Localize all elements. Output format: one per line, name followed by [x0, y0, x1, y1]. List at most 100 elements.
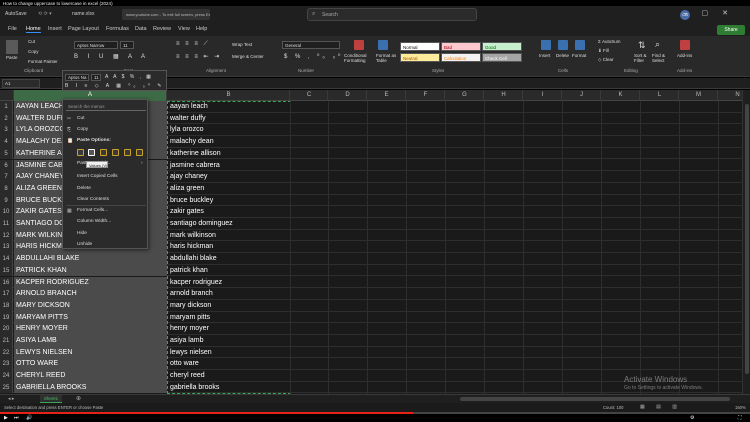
cell-b[interactable]: bruce buckley — [168, 195, 290, 207]
conditional-formatting-button[interactable]: Conditional Formatting — [344, 53, 374, 63]
cell-b[interactable]: santiago dominguez — [168, 218, 290, 230]
style-bad[interactable]: Bad — [441, 42, 481, 51]
row-header[interactable]: 16 — [0, 276, 13, 289]
fill-button[interactable]: ⬇ Fill — [598, 48, 609, 54]
cell-a[interactable]: ARNOLD BRANCH — [14, 288, 167, 300]
ctx-insert-copied-cells[interactable]: Insert Copied Cells — [77, 174, 118, 179]
context-menu-search[interactable]: Search the menus — [66, 103, 146, 111]
number-buttons[interactable]: $ % ‚ ⁰₀ ₀⁰ — [284, 53, 343, 60]
row-header[interactable]: 19 — [0, 311, 13, 324]
autosum-button[interactable]: Σ AutoSum — [598, 39, 621, 44]
tab-review[interactable]: Review — [153, 26, 171, 32]
cell-b[interactable]: henry moyer — [168, 323, 290, 335]
paste-icon[interactable] — [77, 149, 84, 156]
cell-b[interactable]: zakir gates — [168, 206, 290, 218]
view-mode-icons[interactable]: ▦ ▤ ▥ — [640, 404, 682, 410]
cell-b[interactable]: maryam pitts — [168, 312, 290, 324]
video-progress-bar[interactable] — [0, 412, 750, 414]
format-as-table-button[interactable]: Format as Table — [376, 53, 398, 63]
find-select-button[interactable]: Find & Select — [652, 53, 668, 63]
sheet-tab-sheet1[interactable]: Sheet1 — [40, 395, 62, 403]
cell-b[interactable]: lewys nielsen — [168, 347, 290, 359]
cell-b[interactable]: patrick khan — [168, 265, 290, 277]
window-controls[interactable]: –▢✕ — [684, 9, 742, 17]
tab-insert[interactable]: Insert — [48, 26, 62, 32]
font-family-select[interactable]: Aptos Narrow — [74, 41, 118, 49]
row-header[interactable]: 23 — [0, 358, 13, 371]
row-header[interactable]: 8 — [0, 182, 13, 195]
cell-b[interactable]: mark wilkinson — [168, 230, 290, 242]
ctx-copy[interactable]: Copy — [77, 127, 88, 132]
cell-b[interactable]: katherine allison — [168, 148, 290, 160]
row-header[interactable]: 9 — [0, 194, 13, 207]
cell-a[interactable]: ASIYA LAMB — [14, 335, 167, 347]
cell-a[interactable]: LEWYS NIELSEN — [14, 346, 167, 359]
add-sheet-icon[interactable]: ⊕ — [76, 395, 81, 402]
column-header-j[interactable]: J — [563, 90, 601, 101]
row-header[interactable]: 2 — [0, 112, 13, 125]
column-header-n[interactable]: N — [719, 90, 742, 101]
cell-b[interactable]: abdullahi blake — [168, 253, 290, 265]
format-cells-icon[interactable] — [575, 40, 585, 50]
align-top-buttons[interactable]: ≡ ≡ ≡ ⟋ — [176, 41, 210, 48]
volume-icon[interactable]: 🔊 — [26, 415, 32, 421]
row-header[interactable]: 17 — [0, 288, 13, 300]
ctx-delete[interactable]: Delete — [77, 186, 91, 191]
row-header[interactable]: 18 — [0, 299, 13, 312]
cell-b[interactable]: lyla orozco — [168, 124, 290, 136]
style-check-cell[interactable]: Check Cell — [482, 53, 522, 62]
share-button[interactable]: Share — [717, 25, 745, 35]
cell-b[interactable]: mary dickson — [168, 300, 290, 312]
delete-cells-icon[interactable] — [558, 40, 568, 50]
paste-button[interactable]: Paste — [6, 55, 18, 60]
column-header-h[interactable]: H — [485, 90, 523, 101]
column-header-d[interactable]: D — [329, 90, 367, 101]
insert-cells-button[interactable]: Insert — [539, 53, 550, 58]
cell-a[interactable]: MARY DICKSON — [14, 299, 167, 312]
name-box[interactable]: A1 — [2, 79, 40, 88]
cell-b[interactable]: arnold branch — [168, 288, 290, 300]
paste-link-icon[interactable] — [136, 149, 143, 156]
row-header[interactable]: 12 — [0, 229, 13, 242]
add-ins-icon[interactable] — [680, 40, 690, 50]
delete-cells-button[interactable]: Delete — [556, 53, 569, 58]
cut-button[interactable]: Cut — [28, 39, 35, 44]
settings-icon[interactable]: ⚙ — [690, 415, 694, 421]
cell-b[interactable]: aliza green — [168, 183, 290, 195]
paste-icon[interactable] — [6, 40, 18, 54]
style-neutral[interactable]: Neutral — [400, 53, 440, 62]
next-icon[interactable]: ⏭ — [14, 415, 19, 421]
cell-b[interactable]: walter duffy — [168, 113, 290, 125]
ctx-column-width[interactable]: Column Width... — [77, 219, 111, 224]
cell-b[interactable]: cheryl reed — [168, 370, 290, 382]
style-calculation[interactable]: Calculation — [441, 53, 481, 62]
quick-access-icons[interactable]: ⟲ ⟳ ▾ — [38, 11, 52, 17]
row-header[interactable]: 10 — [0, 206, 13, 218]
paste-formulas-icon[interactable] — [100, 149, 107, 156]
ctx-clear-contents[interactable]: Clear Contents — [77, 197, 109, 202]
row-header[interactable]: 15 — [0, 264, 13, 277]
close-icon[interactable]: ✕ — [722, 10, 742, 17]
sheet-nav-icons[interactable]: ◂ ▸ — [8, 396, 14, 402]
wrap-text-button[interactable]: Wrap Text — [232, 42, 252, 47]
ctx-format-cells[interactable]: Format Cells... — [77, 208, 108, 213]
row-header[interactable]: 14 — [0, 253, 13, 265]
cell-b[interactable]: malachy dean — [168, 136, 290, 148]
vertical-scrollbar[interactable] — [742, 90, 750, 394]
ctx-unhide[interactable]: Unhide — [77, 242, 92, 247]
copy-button[interactable]: Copy — [28, 49, 39, 54]
horizontal-scrollbar[interactable] — [460, 397, 730, 401]
scroll-thumb[interactable] — [745, 104, 749, 374]
insert-cells-icon[interactable] — [541, 40, 551, 50]
style-normal[interactable]: Normal — [400, 42, 440, 51]
number-format-select[interactable]: General — [282, 41, 340, 49]
row-header[interactable]: 1 — [0, 101, 13, 113]
cell-a[interactable]: GABRIELLA BROOKS — [14, 381, 167, 394]
paste-values-icon[interactable] — [88, 149, 95, 156]
cell-a[interactable]: PATRICK KHAN — [14, 264, 167, 277]
cell-b[interactable]: kacper rodriguez — [168, 277, 290, 289]
merge-center-button[interactable]: Merge & Center — [232, 54, 264, 59]
row-header[interactable]: 5 — [0, 147, 13, 160]
column-header-l[interactable]: L — [641, 90, 679, 101]
paste-transpose-icon[interactable] — [112, 149, 119, 156]
